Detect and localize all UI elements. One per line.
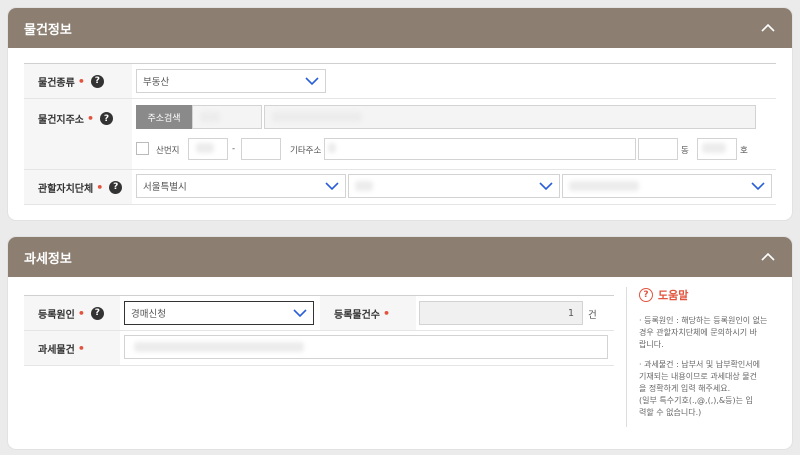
help-question-icon[interactable]: ? xyxy=(90,74,104,88)
dong-input[interactable] xyxy=(638,138,678,160)
help-item-reason: · 등록원인 : 해당하는 등록원인이 없는 경우 관할자치단체에 문의하시기 … xyxy=(639,316,768,349)
help-title-text: 도움말 xyxy=(658,289,689,302)
jurisdiction-label-cell: 관할자치단체 •? xyxy=(24,170,132,204)
help-question-icon[interactable]: ? xyxy=(90,306,104,320)
help-item-tax-item: · 과세물건 : 납부서 및 납부확인서에 기재되는 내용이므로 과세대상 물건… xyxy=(639,360,760,417)
jurisdiction-label: 관할자치단체 •? xyxy=(38,180,123,195)
property-type-value: 부동산 xyxy=(143,77,170,88)
tax-item-label-cell: 과세물건 • xyxy=(24,331,120,365)
sanbeonji-checkbox[interactable] xyxy=(136,142,149,155)
sanbeonji-label: 산번지 xyxy=(156,146,180,156)
main-lot-number-value xyxy=(196,143,214,153)
chevron-down-icon xyxy=(325,182,339,191)
dash-separator: - xyxy=(232,144,236,154)
count-label-cell: 등록물건수 • xyxy=(320,296,416,330)
table-top-border xyxy=(24,63,776,64)
sub-lot-number-input[interactable] xyxy=(241,138,281,160)
row-divider xyxy=(24,365,614,366)
tax-item-label: 과세물건 • xyxy=(38,341,85,356)
help-box: ? 도움말 · 등록원인 : 해당하는 등록원인이 없는 경우 관할자치단체에 … xyxy=(626,287,776,427)
property-info-header[interactable]: 물건정보 xyxy=(8,8,792,48)
property-info-panel: 물건정보 물건종류 •? 부동산 물건지주소 •? 주소검색 산번지 - 기타주소 … xyxy=(8,8,792,220)
property-type-label: 물건종류 •? xyxy=(38,74,104,89)
reason-label-cell: 등록원인 •? xyxy=(24,296,120,330)
jurisdiction-office-value xyxy=(569,181,639,191)
property-info-title: 물건정보 xyxy=(24,22,72,38)
jurisdiction-district-value xyxy=(355,181,373,191)
other-address-input[interactable] xyxy=(324,138,636,160)
other-address-label: 기타주소 xyxy=(290,146,322,156)
help-circle-question-icon: ? xyxy=(639,288,653,302)
address-value xyxy=(272,112,362,122)
row-divider xyxy=(24,98,776,99)
address-label-cell: 물건지주소 •? xyxy=(24,99,132,169)
property-type-label-cell: 물건종류 •? xyxy=(24,64,132,98)
other-address-value xyxy=(328,143,336,153)
chevron-down-icon xyxy=(293,309,307,318)
address-label: 물건지주소 •? xyxy=(38,111,114,126)
row-divider xyxy=(24,169,776,170)
tax-info-header[interactable]: 과세정보 xyxy=(8,237,792,277)
chevron-down-icon xyxy=(305,77,319,86)
postal-code-value xyxy=(200,112,220,122)
reason-label: 등록원인 •? xyxy=(38,306,104,321)
count-unit: 건 xyxy=(588,310,597,321)
reason-select[interactable]: 경매신청 xyxy=(124,301,314,325)
tax-info-panel: 과세정보 등록원인 •? 경매신청 등록물건수 • 1 건 과세물건 • ? 도움말 … xyxy=(8,237,792,449)
jurisdiction-city-select[interactable]: 서울특별시 xyxy=(136,174,346,198)
chevron-down-icon xyxy=(751,182,765,191)
property-type-select[interactable]: 부동산 xyxy=(136,69,326,93)
count-field: 1 xyxy=(419,301,583,325)
row-divider xyxy=(24,204,776,205)
address-search-button[interactable]: 주소검색 xyxy=(136,105,192,129)
ho-value xyxy=(702,143,726,153)
help-question-icon[interactable]: ? xyxy=(109,180,123,194)
collapse-chevron-icon[interactable] xyxy=(760,20,776,36)
help-question-icon[interactable]: ? xyxy=(100,112,114,125)
collapse-chevron-icon[interactable] xyxy=(760,249,776,265)
chevron-down-icon xyxy=(539,182,553,191)
tax-item-value xyxy=(134,342,304,352)
count-label: 등록물건수 • xyxy=(334,306,391,321)
jurisdiction-district-select[interactable] xyxy=(348,174,560,198)
help-title: ? 도움말 xyxy=(639,287,776,303)
dong-label: 동 xyxy=(681,146,689,156)
ho-label: 호 xyxy=(740,146,748,156)
tax-info-title: 과세정보 xyxy=(24,251,72,267)
reason-value: 경매신청 xyxy=(131,309,166,320)
jurisdiction-office-select[interactable] xyxy=(562,174,772,198)
jurisdiction-city-value: 서울특별시 xyxy=(143,182,187,193)
